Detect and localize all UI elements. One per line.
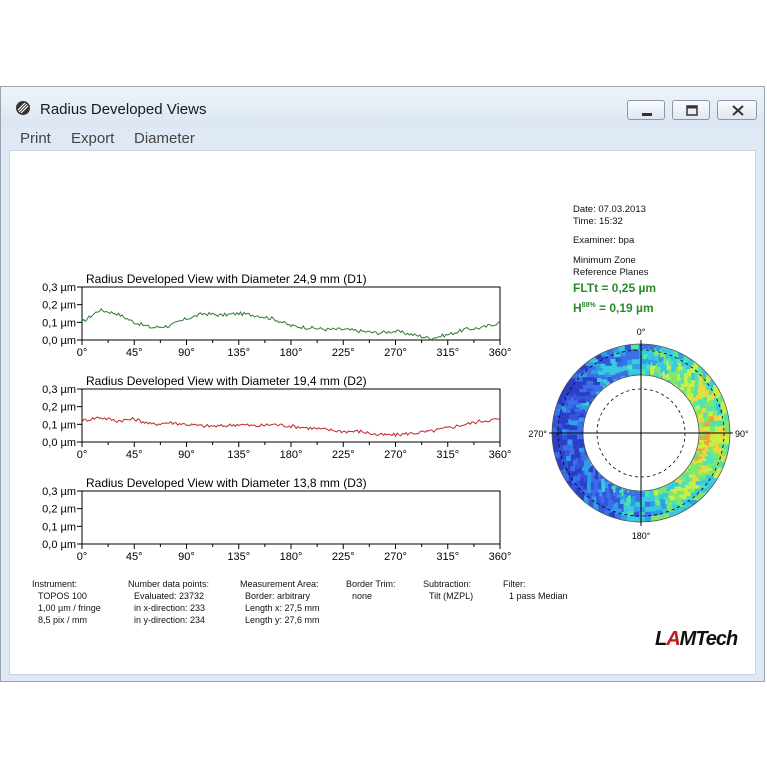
h88-value: = 0,19 µm	[595, 301, 654, 315]
x-tick-label: 270°	[384, 347, 407, 359]
footer-area: Measurement Area: Border: arbitrary Leng…	[240, 578, 320, 626]
chart-title-1: Radius Developed View with Diameter 24,9…	[86, 272, 367, 286]
chart-title-3: Radius Developed View with Diameter 13,8…	[86, 476, 367, 490]
footer-datapoints-1: Evaluated: 23732	[134, 591, 205, 601]
x-tick-label: 90°	[178, 551, 195, 563]
y-tick-label: 0,3 µm	[42, 384, 76, 396]
x-tick-label: 135°	[227, 551, 250, 563]
x-tick-label: 360°	[489, 449, 512, 461]
x-tick-label: 360°	[489, 347, 512, 359]
y-tick-label: 0,2 µm	[42, 300, 76, 312]
y-tick-label: 0,0 µm	[42, 437, 76, 449]
polar-label-right: 90°	[735, 429, 749, 439]
logo-l: L	[655, 628, 667, 650]
logo-rest: MTech	[679, 628, 739, 650]
footer-area-1: Border: arbitrary	[245, 591, 311, 601]
footer-trim-1: none	[352, 591, 373, 601]
footer-filter: Filter: 1 pass Median	[503, 578, 568, 602]
y-tick-label: 0,0 µm	[42, 539, 76, 551]
x-tick-label: 0°	[77, 347, 88, 359]
lamtech-logo: LAMTech	[655, 628, 739, 651]
footer-filter-head: Filter:	[503, 579, 526, 589]
x-tick-label: 135°	[227, 449, 250, 461]
x-tick-label: 0°	[77, 551, 88, 563]
x-tick-label: 180°	[280, 449, 303, 461]
chart-frame-1	[81, 286, 501, 341]
x-tick-label: 180°	[280, 347, 303, 359]
footer-datapoints-3: in y-direction: 234	[134, 615, 206, 625]
x-tick-label: 90°	[178, 347, 195, 359]
x-tick-label: 270°	[384, 449, 407, 461]
footer-area-3: Length y: 27,6 mm	[245, 615, 320, 625]
footer-subtraction-head: Subtraction:	[423, 579, 472, 589]
y-tick-label: 0,1 µm	[42, 521, 76, 533]
x-tick-label: 135°	[227, 347, 250, 359]
x-tick-label: 90°	[178, 449, 195, 461]
y-tick-label: 0,2 µm	[42, 402, 76, 414]
polar-label-bottom: 180°	[632, 531, 651, 541]
x-tick-label: 225°	[332, 347, 355, 359]
info-fltt: FLTt = 0,25 µm	[573, 281, 657, 295]
chart-title-2: Radius Developed View with Diameter 19,4…	[86, 374, 367, 388]
y-tick-label: 0,3 µm	[42, 486, 76, 498]
footer-datapoints-2: in x-direction: 233	[134, 603, 206, 613]
x-tick-label: 315°	[436, 347, 459, 359]
chart-frame-2	[81, 388, 501, 443]
y-tick-label: 0,0 µm	[42, 335, 76, 347]
footer-trim: Border Trim: none	[346, 578, 396, 602]
polar-label-top: 0°	[637, 327, 646, 337]
info-time: Time: 15:32	[573, 216, 623, 227]
info-h88: H88% = 0,19 µm	[573, 300, 654, 314]
footer-area-head: Measurement Area:	[240, 579, 319, 589]
y-tick-label: 0,1 µm	[42, 317, 76, 329]
x-tick-label: 180°	[280, 551, 303, 563]
footer-area-2: Length x: 27,5 mm	[245, 603, 320, 613]
x-tick-label: 315°	[436, 449, 459, 461]
polar-label-left: 270°	[528, 429, 547, 439]
charts-canvas: Radius Developed View with Diameter 24,9…	[42, 272, 749, 563]
x-tick-label: 360°	[489, 551, 512, 563]
info-zone-1: Minimum Zone	[573, 255, 636, 266]
info-date: Date: 07.03.2013	[573, 204, 646, 215]
h88-sup: 88%	[581, 302, 596, 309]
x-tick-label: 315°	[436, 551, 459, 563]
info-examiner: Examiner: bpa	[573, 235, 635, 246]
x-tick-label: 45°	[126, 347, 143, 359]
footer-instrument: Instrument: TOPOS 100 1,00 µm / fringe 8…	[32, 578, 101, 626]
y-tick-label: 0,2 µm	[42, 504, 76, 516]
ring-cell	[630, 344, 639, 350]
y-tick-label: 0,1 µm	[42, 419, 76, 431]
x-tick-label: 225°	[332, 551, 355, 563]
footer-subtraction: Subtraction: Tilt (MZPL)	[423, 578, 473, 602]
footer-instrument-head: Instrument:	[32, 579, 78, 589]
footer-datapoints-head: Number data points:	[128, 579, 210, 589]
x-tick-label: 225°	[332, 449, 355, 461]
footer-datapoints: Number data points: Evaluated: 23732 in …	[128, 578, 209, 626]
h88-prefix: H	[573, 301, 582, 315]
x-tick-label: 270°	[384, 551, 407, 563]
x-tick-label: 45°	[126, 449, 143, 461]
chart-frame-3	[81, 490, 501, 545]
x-tick-label: 0°	[77, 449, 88, 461]
footer-instrument-1: TOPOS 100	[38, 591, 87, 601]
footer-trim-head: Border Trim:	[346, 579, 396, 589]
footer-filter-1: 1 pass Median	[509, 591, 568, 601]
info-zone-2: Reference Planes	[573, 267, 649, 278]
logo-a: A	[666, 628, 680, 650]
footer-subtraction-1: Tilt (MZPL)	[429, 591, 474, 601]
footer-instrument-3: 8,5 pix / mm	[38, 615, 88, 625]
y-tick-label: 0,3 µm	[42, 282, 76, 294]
x-tick-label: 45°	[126, 551, 143, 563]
footer-instrument-2: 1,00 µm / fringe	[38, 603, 101, 613]
